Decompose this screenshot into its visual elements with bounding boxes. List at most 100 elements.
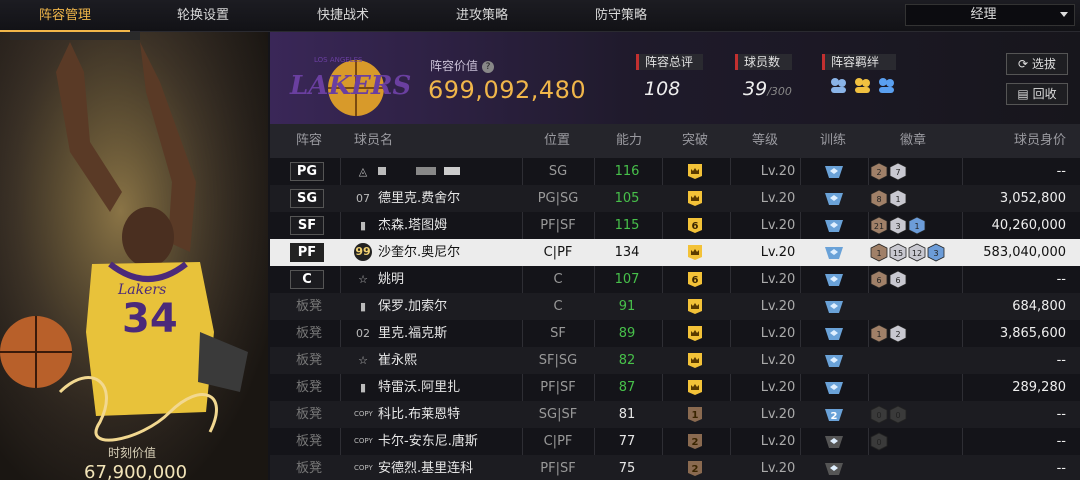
training-icon[interactable]	[823, 325, 845, 343]
moment-value-label: 时刻价值	[108, 446, 157, 460]
badge-group: 1 15 12 3	[870, 243, 945, 262]
table-row[interactable]: 板凳 ▮ 保罗.加索尔 C 91 Lv.20 684,800	[270, 293, 1080, 320]
col-level: 等级	[752, 133, 779, 148]
training-icon[interactable]	[823, 163, 845, 181]
table-row[interactable]: 板凳 ▮ 特雷沃.阿里扎 PF|SF 87 Lv.20 289,280	[270, 374, 1080, 401]
svg-text:1: 1	[876, 330, 881, 339]
svg-text:2: 2	[692, 437, 699, 448]
svg-text:6: 6	[692, 275, 699, 286]
breakthrough-icon: 6	[688, 218, 702, 233]
badge-hex-icon: 2	[889, 324, 907, 343]
breakthrough-icon: 6	[688, 272, 702, 287]
bench-label: 板凳	[296, 353, 323, 368]
training-icon[interactable]: 2	[823, 406, 845, 424]
help-icon[interactable]: ?	[482, 60, 495, 73]
player-ability: 105	[614, 191, 640, 206]
player-ability: 82	[618, 353, 636, 368]
tab-lineup-management[interactable]: 阵容管理	[0, 0, 130, 32]
lineup-slot-badge[interactable]: C	[290, 270, 324, 289]
breakthrough-icon	[688, 191, 702, 206]
training-icon[interactable]	[823, 379, 845, 397]
badge-group: 00	[870, 405, 907, 424]
recycle-button[interactable]: ▤ 回收	[1006, 83, 1068, 105]
table-row[interactable]: 板凳 COPY 科比.布莱恩特 SG|SF 81 1 Lv.20 2 0 0 --	[270, 401, 1080, 428]
player-ability: 75	[618, 461, 636, 476]
rating-label: 阵容总评	[636, 54, 704, 70]
player-level: Lv.20	[760, 299, 796, 314]
player-type-icon: ☆	[358, 273, 368, 286]
svg-text:8: 8	[876, 195, 881, 204]
training-icon[interactable]	[823, 271, 845, 289]
player-name: 里克.福克斯	[378, 326, 448, 341]
jersey-number: 34	[122, 296, 178, 342]
player-value: --	[1056, 272, 1066, 287]
training-icon[interactable]	[823, 460, 845, 478]
player-name: 杰森.塔图姆	[378, 218, 448, 233]
svg-text:2: 2	[692, 464, 699, 475]
lineup-slot-badge[interactable]: SF	[290, 216, 324, 235]
col-player-value: 球员身价	[1014, 133, 1067, 148]
lineup-slot-badge[interactable]: SG	[290, 189, 324, 208]
tab-offense-strategy[interactable]: 进攻策略	[417, 0, 547, 32]
tab-defense-strategy[interactable]: 防守策略	[556, 0, 686, 32]
player-level: Lv.20	[760, 164, 796, 179]
breakthrough-icon	[688, 245, 702, 260]
stat-bonds[interactable]: 阵容羁绊	[822, 54, 896, 94]
player-name: 卡尔-安东尼.唐斯	[378, 434, 478, 449]
player-name: 德里克.费舍尔	[378, 191, 461, 206]
player-value: --	[1056, 434, 1066, 449]
tab-quick-tactics[interactable]: 快捷战术	[278, 0, 408, 32]
bench-label: 板凳	[296, 434, 323, 449]
bench-label: 板凳	[296, 407, 323, 422]
bond-gold-group-icon[interactable]	[852, 76, 872, 94]
bench-label: 板凳	[296, 380, 323, 395]
col-breakthrough: 突破	[682, 133, 709, 148]
player-number: 02	[356, 327, 370, 340]
player-position: PF|SF	[540, 218, 576, 233]
badge-hex-icon: 1	[908, 216, 926, 235]
training-icon[interactable]	[823, 298, 845, 316]
lineup-slot-badge[interactable]: PF	[290, 243, 324, 262]
player-value: 40,260,000	[991, 218, 1066, 233]
player-ability: 87	[618, 380, 636, 395]
player-ability: 107	[614, 272, 640, 287]
bond-group-icon[interactable]	[828, 76, 848, 94]
breakthrough-icon	[688, 326, 702, 341]
player-level: Lv.20	[760, 245, 796, 260]
player-card[interactable]: 34 Lakers 时刻价值 67,900,000	[0, 32, 268, 480]
select-button[interactable]: ⟳ 选拔	[1006, 53, 1068, 75]
role-select[interactable]: 经理	[905, 4, 1075, 26]
breakthrough-icon	[688, 380, 702, 395]
training-icon[interactable]	[823, 352, 845, 370]
player-position: C|PF	[543, 434, 573, 449]
svg-text:3: 3	[933, 249, 938, 258]
table-row[interactable]: SG 07 德里克.费舍尔 PG|SG 105 Lv.20 8 1 3,052,800	[270, 185, 1080, 212]
training-icon[interactable]	[823, 244, 845, 262]
table-row[interactable]: 板凳 02 里克.福克斯 SF 89 Lv.20 1 2 3,865,600	[270, 320, 1080, 347]
player-position: C|PF	[543, 245, 573, 260]
player-name: 姚明	[378, 272, 405, 287]
badge-hex-icon: 3	[927, 243, 945, 262]
table-row[interactable]: 板凳 COPY 安德烈.基里连科 PF|SF 75 2 Lv.20 --	[270, 455, 1080, 480]
table-row[interactable]: C ☆ 姚明 C 107 6 Lv.20 6 6 --	[270, 266, 1080, 293]
role-select-value: 经理	[970, 7, 997, 22]
bond-blue-group-icon[interactable]	[876, 76, 896, 94]
training-icon[interactable]	[823, 433, 845, 451]
player-value: --	[1056, 461, 1066, 476]
table-row[interactable]: SF ▮ 杰森.塔图姆 PF|SF 115 6 Lv.20 21 3 1 40,260,000	[270, 212, 1080, 239]
logo-city: LOS ANGELES	[314, 56, 363, 64]
table-row[interactable]: 板凳 COPY 卡尔-安东尼.唐斯 C|PF 77 2 Lv.20 0 --	[270, 428, 1080, 455]
player-type-icon: ▮	[359, 381, 367, 394]
training-icon[interactable]	[823, 217, 845, 235]
tab-rotation-settings[interactable]: 轮换设置	[138, 0, 268, 32]
player-value: 289,280	[1012, 380, 1066, 395]
table-row[interactable]: PF 99 沙奎尔.奥尼尔 C|PF 134 Lv.20 1 15 12 3 583,040,000	[270, 239, 1080, 266]
player-name: 沙奎尔.奥尼尔	[378, 245, 461, 260]
svg-text:2: 2	[831, 411, 838, 422]
svg-text:0: 0	[876, 438, 881, 447]
training-icon[interactable]	[823, 190, 845, 208]
lineup-slot-badge[interactable]: PG	[290, 162, 324, 181]
player-value: 684,800	[1012, 299, 1066, 314]
table-row[interactable]: 板凳 ☆ 崔永熙 SF|SG 82 Lv.20 --	[270, 347, 1080, 374]
table-row[interactable]: PG ◬ SG 116 Lv.20 2 7 --	[270, 158, 1080, 185]
